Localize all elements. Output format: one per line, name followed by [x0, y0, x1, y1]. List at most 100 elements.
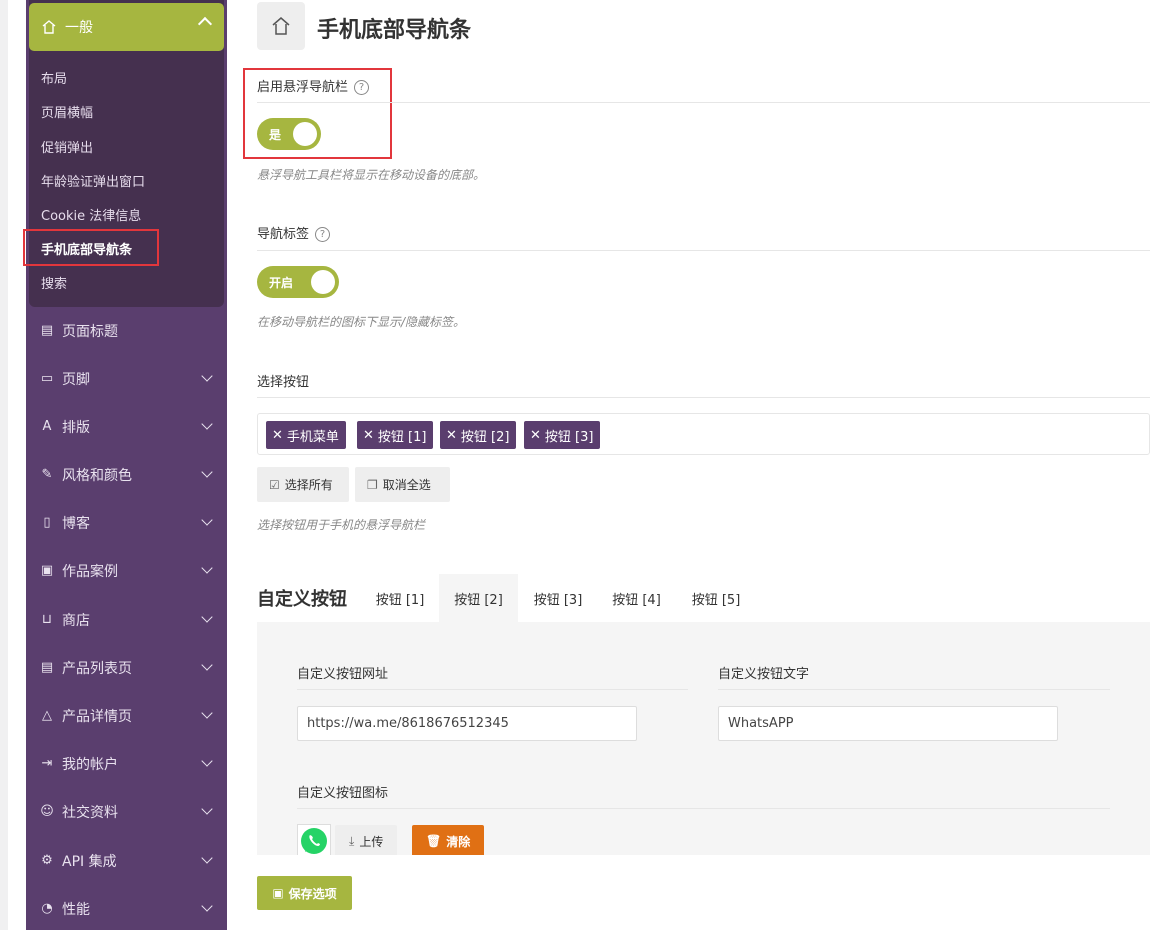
- sidebar-item-search[interactable]: 搜索: [41, 273, 67, 292]
- button-text-label: 自定义按钮文字: [718, 667, 810, 682]
- floating-bar-label: 启用悬浮导航栏?: [257, 76, 370, 95]
- gauge-icon: ◔: [41, 901, 53, 916]
- sidebar: 一般 布局 页眉横幅 促销弹出 年龄验证弹出窗口 Cookie 法律信息 手机底…: [26, 0, 227, 930]
- sidebar-item-typography[interactable]: A 排版: [40, 417, 215, 437]
- help-icon[interactable]: ?: [354, 80, 370, 95]
- help-icon[interactable]: ?: [315, 227, 331, 242]
- icon-preview: [297, 824, 331, 855]
- button-text-input[interactable]: WhatsAPP: [718, 706, 1058, 741]
- divider: [297, 689, 688, 690]
- sidebar-item-promo-popup[interactable]: 促销弹出: [41, 137, 93, 156]
- toggle-knob: [293, 122, 317, 146]
- sidebar-item-social[interactable]: ☺ 社交资料: [40, 802, 215, 822]
- main-content: 手机底部导航条 启用悬浮导航栏? 是 悬浮导航工具栏将显示在移动设备的底部。 导…: [257, 0, 1150, 930]
- sidebar-item-portfolio[interactable]: ▣ 作品案例: [40, 561, 215, 581]
- floating-bar-help: 悬浮导航工具栏将显示在移动设备的底部。: [257, 168, 486, 182]
- sidebar-item-age-verification[interactable]: 年龄验证弹出窗口: [41, 171, 145, 190]
- trash-icon: 🗑: [426, 834, 442, 848]
- sidebar-item-performance[interactable]: ◔ 性能: [40, 899, 215, 919]
- download-icon: ⤓: [349, 833, 355, 848]
- sidebar-item-footer[interactable]: ▭ 页脚: [40, 369, 215, 389]
- tab-button-5[interactable]: 按钮 [5]: [676, 574, 756, 622]
- save-icon: ▣: [272, 886, 284, 900]
- check-square-icon: ☑: [269, 477, 280, 492]
- tab-button-3[interactable]: 按钮 [3]: [518, 574, 598, 622]
- typography-icon: A: [42, 419, 52, 434]
- chevron-down-icon: [201, 370, 213, 382]
- button-icon-label: 自定义按钮图标: [297, 786, 389, 801]
- divider: [257, 397, 1150, 398]
- sidebar-item-shop[interactable]: ⊔ 商店: [40, 610, 215, 630]
- select-buttons-label: 选择按钮: [257, 375, 310, 390]
- admin-edge: [0, 0, 8, 930]
- general-group-header[interactable]: 一般: [29, 3, 224, 51]
- tab-button-2[interactable]: 按钮 [2]: [439, 574, 518, 622]
- close-icon[interactable]: ✕: [446, 428, 457, 443]
- tag-button-3[interactable]: ✕ 按钮 [3]: [524, 421, 601, 449]
- general-group-label: 一般: [65, 20, 93, 36]
- chevron-down-icon: [201, 659, 213, 671]
- tab-button-4[interactable]: 按钮 [4]: [597, 574, 676, 622]
- chevron-down-icon: [201, 466, 213, 478]
- button-url-label: 自定义按钮网址: [297, 667, 389, 682]
- sidebar-item-my-account[interactable]: ⇥ 我的帐户: [40, 754, 215, 774]
- tag-mobile-menu[interactable]: ✕ 手机菜单: [266, 421, 346, 449]
- brush-icon: ✎: [41, 467, 53, 482]
- selected-buttons-field[interactable]: ✕ 手机菜单 ✕ 按钮 [1] ✕ 按钮 [2] ✕ 按钮 [3]: [257, 413, 1150, 455]
- toggle-knob: [311, 270, 335, 294]
- page-icon-box: [257, 2, 305, 50]
- divider: [257, 102, 1150, 103]
- bag-icon: △: [42, 708, 52, 723]
- custom-button-panel: 自定义按钮网址 https://wa.me/8618676512345 自定义按…: [257, 622, 1150, 855]
- copy-icon: ❐: [367, 477, 378, 492]
- chevron-down-icon: [201, 803, 213, 815]
- cart-icon: ⊔: [41, 612, 53, 627]
- sidebar-item-api[interactable]: ⚙ API 集成: [40, 851, 215, 871]
- page-title-icon: ▤: [40, 323, 54, 338]
- deselect-all-button[interactable]: ❐ 取消全选: [355, 467, 450, 502]
- sidebar-item-single-product[interactable]: △ 产品详情页: [40, 706, 215, 726]
- page-title: 手机底部导航条: [317, 18, 472, 43]
- close-icon[interactable]: ✕: [272, 428, 283, 443]
- tag-button-2[interactable]: ✕ 按钮 [2]: [440, 421, 517, 449]
- highlight-box: [23, 229, 159, 266]
- upload-button[interactable]: ⤓ 上传: [335, 825, 398, 855]
- nav-labels-help: 在移动导航栏的图标下显示/隐藏标签。: [257, 315, 466, 329]
- tag-button-1[interactable]: ✕ 按钮 [1]: [357, 421, 434, 449]
- footer-icon: ▭: [40, 371, 54, 386]
- sidebar-item-blog[interactable]: ▯ 博客: [40, 513, 215, 533]
- button-url-input[interactable]: https://wa.me/8618676512345: [297, 706, 637, 741]
- divider: [297, 808, 1110, 809]
- sidebar-item-layout[interactable]: 布局: [41, 68, 67, 87]
- chevron-down-icon: [201, 611, 213, 623]
- sidebar-item-product-archive[interactable]: ▤ 产品列表页: [40, 658, 215, 678]
- save-options-button[interactable]: ▣ 保存选项: [257, 876, 352, 910]
- briefcase-icon: ▣: [40, 563, 54, 578]
- close-icon[interactable]: ✕: [530, 428, 541, 443]
- gear-icon: ⚙: [41, 853, 53, 868]
- users-icon: ☺: [40, 804, 54, 819]
- sidebar-item-styles-colors[interactable]: ✎ 风格和颜色: [40, 465, 215, 485]
- close-icon[interactable]: ✕: [363, 428, 374, 443]
- sidebar-item-cookie-law[interactable]: Cookie 法律信息: [41, 205, 141, 224]
- divider: [257, 250, 1150, 251]
- archive-icon: ▤: [40, 660, 54, 675]
- chevron-down-icon: [201, 562, 213, 574]
- home-icon: [42, 20, 56, 34]
- login-icon: ⇥: [41, 756, 53, 771]
- chevron-up-icon: [197, 16, 213, 32]
- floating-bar-toggle[interactable]: 是: [257, 118, 321, 150]
- nav-labels-label: 导航标签?: [257, 223, 331, 242]
- blog-icon: ▯: [43, 515, 51, 530]
- chevron-down-icon: [201, 707, 213, 719]
- tab-button-1[interactable]: 按钮 [1]: [360, 574, 440, 622]
- sidebar-item-header-banner[interactable]: 页眉横幅: [41, 102, 93, 121]
- select-all-button[interactable]: ☑ 选择所有: [257, 467, 349, 502]
- sidebar-item-page-title[interactable]: ▤ 页面标题: [40, 321, 215, 341]
- custom-buttons-heading: 自定义按钮: [257, 589, 347, 610]
- clear-button[interactable]: 🗑 清除: [412, 825, 485, 855]
- chevron-down-icon: [201, 900, 213, 912]
- nav-labels-toggle[interactable]: 开启: [257, 266, 339, 298]
- chevron-down-icon: [201, 852, 213, 864]
- chevron-down-icon: [201, 418, 213, 430]
